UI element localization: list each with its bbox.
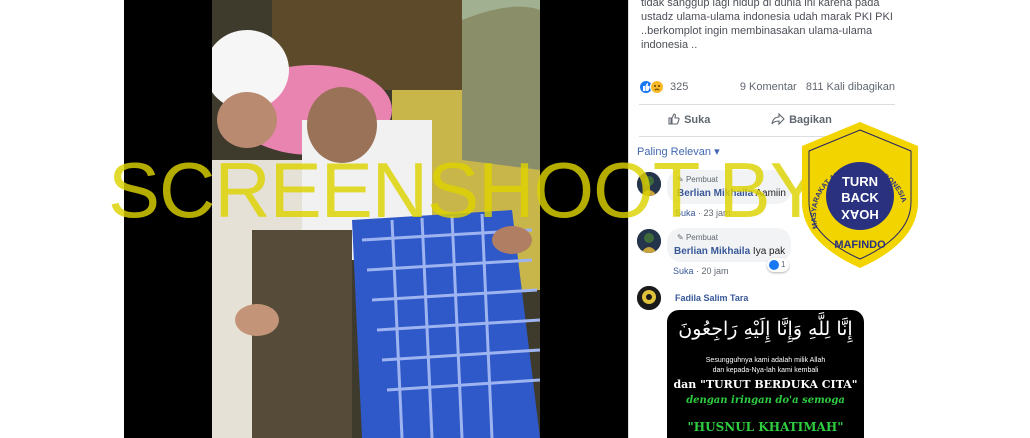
badge-arc-text: MASYARAKAT ANTI FITNAH INDONESIA — [809, 164, 909, 230]
condolence-caption-line: Sesungguhnya kami adalah milik Allah — [705, 357, 826, 364]
comments-count[interactable]: 9 Komentar — [740, 81, 797, 93]
pencil-icon: ✎ — [677, 233, 684, 242]
condolence-khatimah: "HUSNUL KHATIMAH" — [687, 420, 844, 434]
divider — [639, 104, 895, 105]
comment-like-link[interactable]: Suka — [673, 266, 694, 276]
condolence-caption-line: dan kepada-Nya-lah kami kembali — [712, 367, 819, 374]
sad-reaction-icon — [650, 80, 664, 94]
comment-content: Berlian Mikhaila Iya pak — [674, 246, 785, 257]
comment-author[interactable]: Berlian Mikhaila — [674, 246, 750, 257]
condolence-image[interactable]: إِنَّا لِلَّهِ وَإِنَّا إِلَيْهِ رَاجِعُ… — [667, 310, 864, 438]
condolence-caption: Sesungguhnya kami adalah milik Allah dan… — [667, 356, 864, 376]
post-text: tidak sanggup lagi hidup di dunia ini ka… — [641, 0, 897, 52]
thumbs-up-icon — [668, 113, 680, 125]
comment-author[interactable]: Fadila Salim Tara — [675, 293, 748, 303]
post-text-line: ustadz ulama-ulama indonesia udah marak … — [641, 11, 893, 23]
post-stats: 9 Komentar 811 Kali dibagikan — [740, 81, 895, 93]
reaction-count[interactable]: 325 — [670, 81, 688, 93]
post-text-line: ..berkomplot ingin membinasakan ulama-ul… — [641, 25, 873, 37]
avatar[interactable] — [637, 286, 661, 310]
comment-text: Iya pak — [752, 246, 786, 257]
like-reaction-icon — [769, 260, 779, 270]
post-text-line: indonesia .. — [641, 39, 698, 51]
arabic-text: إِنَّا لِلَّهِ وَإِنَّا إِلَيْهِ رَاجِعُ… — [678, 318, 853, 340]
shares-count[interactable]: 811 Kali dibagikan — [806, 81, 895, 93]
reaction-icons[interactable] — [639, 80, 669, 94]
reactions-row: 325 9 Komentar 811 Kali dibagikan — [639, 79, 895, 95]
condolence-heading: dan "TURUT BERDUKA CITA" — [673, 378, 858, 391]
screenshoot-by-watermark: SCREENSHOOT BY — [108, 146, 822, 234]
author-badge: ✎ Pembuat — [677, 233, 718, 242]
condolence-prayer: dengan iringan do'a semoga — [686, 395, 845, 406]
author-badge-label: Pembuat — [685, 233, 718, 242]
svg-text:MASYARAKAT ANTI FITNAH INDONES: MASYARAKAT ANTI FITNAH INDONESIA — [809, 164, 909, 230]
comment-meta: Suka · 20 jam — [673, 266, 729, 276]
share-arrow-icon — [771, 112, 785, 126]
comment-time[interactable]: 20 jam — [702, 266, 729, 276]
comment-reaction-count: 1 — [781, 260, 786, 269]
post-text-line: tidak sanggup lagi hidup di dunia ini ka… — [641, 0, 880, 9]
like-label: Suka — [684, 114, 711, 126]
comment-reaction-badge[interactable]: 1 — [767, 258, 789, 272]
like-button[interactable]: Suka — [667, 112, 710, 130]
mafindo-logo: TURN BACK HOAX MAFINDO MASYARAKAT ANTI F… — [798, 120, 922, 270]
